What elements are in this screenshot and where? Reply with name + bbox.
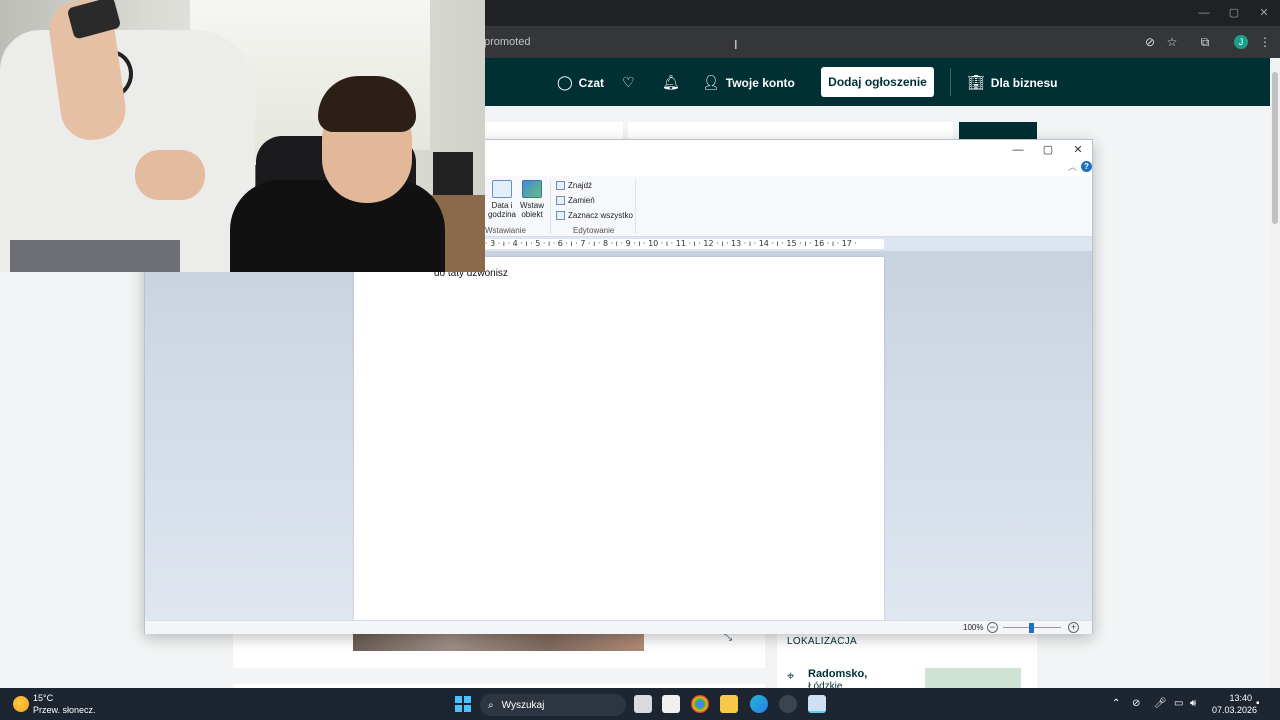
microphone-icon[interactable]: 🎤︎	[1154, 698, 1167, 709]
date-time-label: Data i godzina	[487, 201, 517, 219]
scroll-thumb[interactable]	[1272, 72, 1278, 224]
display-icon[interactable]: ▭	[1174, 698, 1183, 709]
location-card: LOKALIZACJA ⌖ Radomsko, Łódzkie	[777, 626, 1037, 692]
replace-icon	[556, 196, 565, 205]
select-all-label: Zaznacz wszystko	[568, 211, 633, 220]
zoom-out-icon[interactable]: −	[987, 622, 998, 633]
text-cursor-icon: I	[734, 37, 738, 52]
nav-divider	[950, 68, 951, 96]
minimize-icon[interactable]: —	[1008, 142, 1028, 158]
add-listing-button[interactable]: Dodaj ogłoszenie	[821, 67, 934, 97]
webcam-overlay	[0, 0, 485, 272]
business-link[interactable]: 🏢︎ Dla biznesu	[967, 74, 1057, 91]
extensions-icon[interactable]: ⧉	[1197, 34, 1213, 50]
ruler-ticks: · 3 · ı · 4 · ı · 5 · ı · 6 · ı · 7 · ı …	[485, 239, 857, 248]
chevron-up-icon[interactable]: ⌃	[1112, 698, 1120, 709]
webcam-shorts	[10, 240, 180, 272]
maximize-icon[interactable]: ▢	[1226, 5, 1242, 21]
search-icon: ⌕	[488, 699, 494, 711]
zoom-level: 100%	[963, 623, 984, 632]
heart-icon: ♡	[622, 74, 635, 90]
volume-icon[interactable]: 🔊︎	[1190, 698, 1196, 709]
select-all-button[interactable]: Zaznacz wszystko	[556, 211, 633, 220]
location-title: LOKALIZACJA	[787, 636, 857, 647]
user-icon: 👤︎	[702, 74, 720, 90]
network-off-icon[interactable]: ⊘	[1132, 698, 1140, 709]
ribbon-divider	[635, 180, 636, 234]
favorites-link[interactable]: ♡	[622, 74, 635, 91]
object-icon	[522, 180, 542, 198]
chrome-icon[interactable]	[691, 695, 709, 713]
edit-group-label: Edytowanie	[573, 226, 615, 235]
calendar-icon	[492, 180, 512, 198]
date-time-button[interactable]: Data i godzina	[487, 180, 517, 219]
webcam-hand	[135, 150, 205, 200]
wordpad-taskbar-icon[interactable]	[808, 695, 826, 713]
select-all-icon	[556, 211, 565, 220]
help-icon[interactable]: ?	[1081, 161, 1092, 172]
status-bar: 100% − +	[145, 620, 1092, 634]
location-city: Radomsko,	[808, 668, 868, 680]
menu-icon[interactable]: ⋮	[1257, 34, 1273, 50]
webcam-person	[230, 180, 445, 272]
collapse-ribbon-icon[interactable]: ︿	[1068, 160, 1077, 173]
weather-sun-icon[interactable]	[13, 696, 29, 712]
maximize-icon[interactable]: ▢	[1038, 142, 1058, 158]
pin-icon: ⌖	[787, 668, 795, 683]
building-icon: 🏢︎	[967, 74, 985, 90]
file-explorer-icon[interactable]	[720, 695, 738, 713]
business-label: Dla biznesu	[990, 75, 1058, 90]
chat-link[interactable]: ◯ Czat	[557, 74, 604, 91]
notification-icon[interactable]: ▪	[1256, 698, 1260, 709]
weather-temperature[interactable]: 15°C	[33, 693, 53, 703]
find-label: Znajdź	[568, 181, 593, 190]
chat-label: Czat	[578, 75, 605, 90]
edge-icon[interactable]	[750, 695, 768, 713]
task-view-icon[interactable]	[634, 695, 652, 713]
address-bar[interactable]: promoted	[484, 36, 530, 48]
chat-icon: ◯	[557, 74, 573, 90]
eye-off-icon[interactable]: ⊘	[1142, 34, 1158, 50]
listing-photo[interactable]	[353, 634, 644, 651]
zoom-in-icon[interactable]: +	[1068, 622, 1079, 633]
replace-button[interactable]: Zamień	[556, 196, 595, 205]
account-link[interactable]: 👤︎ Twoje konto	[702, 74, 795, 91]
clock-date[interactable]: 07.03.2026	[1212, 705, 1257, 715]
insert-group-label: Wstawianie	[485, 226, 526, 235]
replace-label: Zamień	[568, 196, 595, 205]
app-icon[interactable]	[779, 695, 797, 713]
taskbar-search[interactable]: ⌕ Wyszukaj	[480, 694, 626, 716]
zoom-slider-thumb[interactable]	[1029, 623, 1034, 633]
search-label: Wyszukaj	[501, 699, 545, 711]
document-page[interactable]: do taty dzwonisz	[354, 257, 884, 620]
profile-avatar[interactable]: J	[1234, 35, 1248, 49]
taskbar: 15°C Przew. słonecz. ⌕ Wyszukaj ⌃ ⊘ 🎤︎ ▭…	[0, 688, 1280, 720]
star-icon[interactable]: ☆	[1164, 34, 1180, 50]
store-icon[interactable]	[662, 695, 680, 713]
bell-icon: 🔔︎	[662, 74, 680, 90]
minimize-icon[interactable]: —	[1196, 5, 1212, 21]
close-icon[interactable]: ✕	[1068, 142, 1088, 158]
close-icon[interactable]: ✕	[1256, 5, 1272, 21]
map-thumbnail[interactable]	[925, 668, 1021, 688]
find-button[interactable]: Znajdź	[556, 181, 592, 190]
notifications-link[interactable]: 🔔︎	[662, 74, 680, 91]
insert-object-label: Wstaw obiekt	[520, 201, 544, 219]
start-button[interactable]	[455, 696, 471, 712]
account-label: Twoje konto	[725, 75, 795, 90]
ribbon-divider	[550, 180, 551, 234]
binoculars-icon	[556, 181, 565, 190]
insert-object-button[interactable]: Wstaw obiekt	[517, 180, 547, 219]
clock-time[interactable]: 13:40	[1222, 693, 1252, 703]
page-scrollbar[interactable]	[1270, 58, 1280, 688]
document-area: do taty dzwonisz	[145, 251, 1092, 620]
weather-description[interactable]: Przew. słonecz.	[33, 705, 96, 715]
